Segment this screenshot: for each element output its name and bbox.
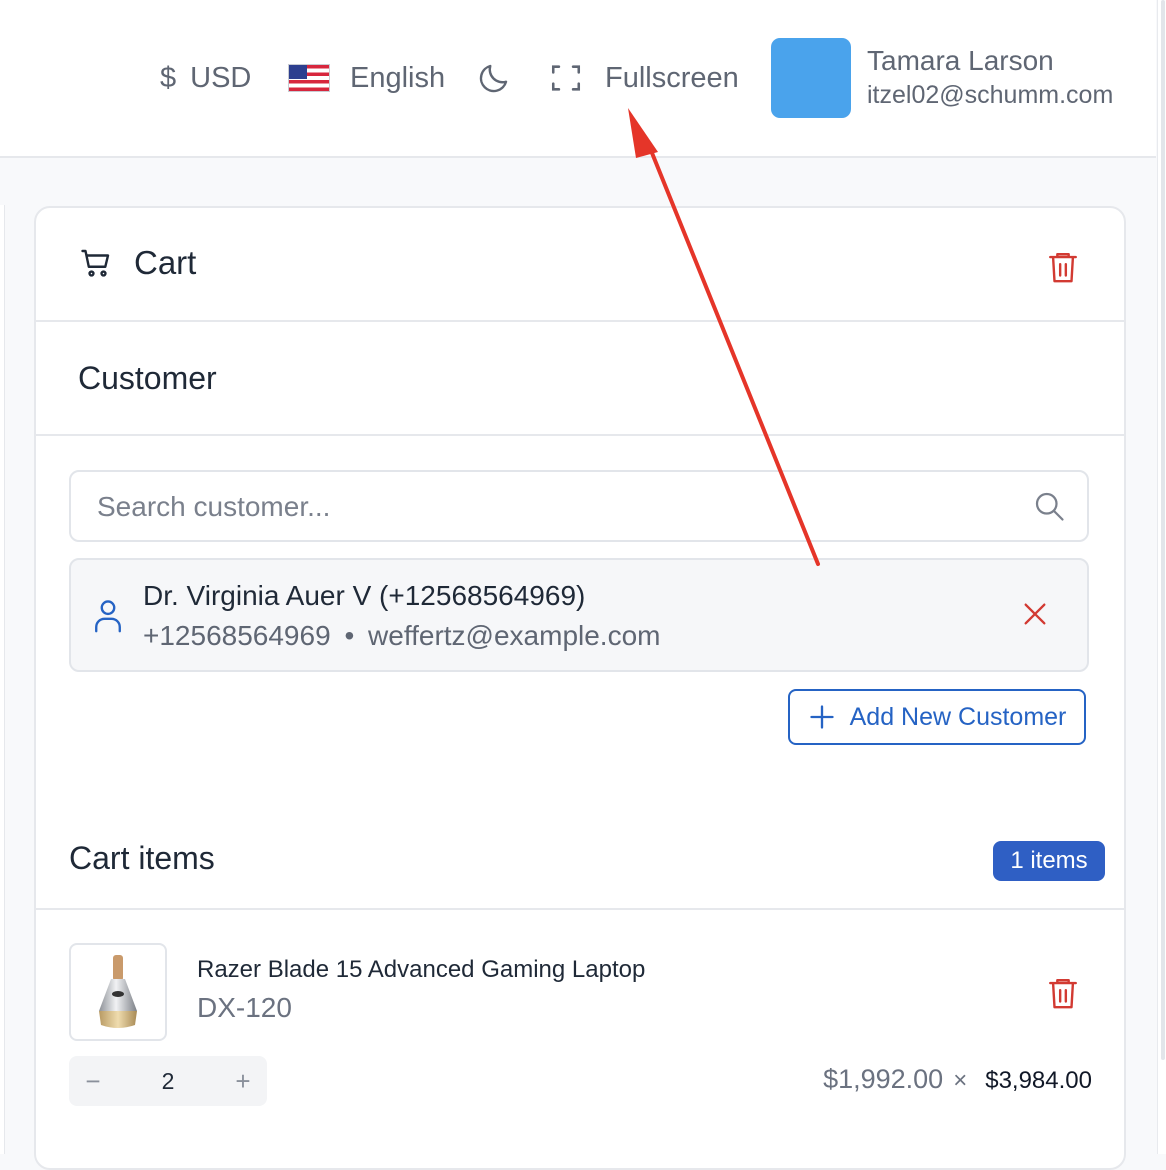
user-email: itzel02@schumm.com (867, 81, 1114, 109)
divider (36, 434, 1124, 436)
fullscreen-label: Fullscreen (605, 61, 739, 94)
customer-name: Dr. Virginia Auer V (+12568564969) (143, 580, 586, 611)
customer-search[interactable] (69, 470, 1089, 542)
cart-panel: Cart Customer Dr. Virginia Auer V (+1256… (34, 206, 1126, 1170)
remove-item-trash-icon[interactable] (1046, 974, 1080, 1012)
product-name: Razer Blade 15 Advanced Gaming Laptop (197, 956, 646, 983)
avatar[interactable] (771, 38, 851, 118)
scrollbar-thumb[interactable] (1161, 0, 1165, 1060)
scrollbar[interactable] (1157, 0, 1166, 1154)
plus-icon (809, 705, 834, 729)
product-image (99, 955, 137, 1028)
quantity-value[interactable]: 2 (162, 1068, 175, 1095)
dollar-icon: $ (160, 61, 177, 94)
user-icon (95, 600, 121, 633)
fullscreen-button[interactable]: Fullscreen (549, 58, 739, 98)
customer-phone: +12568564969 (143, 620, 331, 651)
currency-code: USD (190, 61, 252, 94)
add-new-customer-button[interactable]: Add New Customer (788, 689, 1086, 745)
add-new-customer-label: Add New Customer (849, 702, 1067, 731)
product-thumbnail (69, 943, 167, 1041)
divider (36, 908, 1124, 910)
remove-customer-close-icon[interactable] (1021, 600, 1049, 628)
language-label: English (350, 61, 446, 94)
increase-quantity-button[interactable]: + (219, 1066, 267, 1097)
language-selector[interactable]: English (288, 58, 445, 98)
clear-cart-trash-icon[interactable] (1046, 248, 1080, 286)
currency-selector[interactable]: $ USD (160, 58, 251, 98)
top-bar: $ USD English Fullscreen Tamara Larson i… (0, 0, 1156, 158)
user-menu[interactable]: Tamara Larson itzel02@schumm.com (771, 38, 1113, 118)
cart-items-title: Cart items (69, 840, 215, 876)
us-flag-icon (288, 64, 330, 92)
customer-search-input[interactable] (95, 472, 999, 542)
sidebar-edge (0, 205, 5, 1154)
quantity-stepper[interactable]: − 2 + (69, 1056, 267, 1106)
unit-price: $1,992.00 (823, 1064, 944, 1094)
divider (36, 320, 1124, 322)
user-name: Tamara Larson (867, 45, 1054, 76)
line-total: $3,984.00 (985, 1067, 1092, 1094)
selected-customer-card: Dr. Virginia Auer V (+12568564969) +1256… (69, 558, 1089, 672)
shopping-cart-icon (81, 249, 110, 277)
contact-separator: • (344, 620, 355, 651)
customer-contact: +12568564969 • weffertz@example.com (143, 620, 661, 652)
price-line: $1,992.00 × $3,984.00 (823, 1064, 1092, 1095)
decrease-quantity-button[interactable]: − (69, 1066, 117, 1097)
user-info: Tamara Larson itzel02@schumm.com (867, 44, 1113, 112)
customer-section-title: Customer (78, 360, 217, 396)
product-sku: DX-120 (197, 992, 292, 1023)
cart-title: Cart (134, 244, 197, 281)
search-icon[interactable] (1031, 488, 1067, 524)
cart-header: Cart (78, 244, 196, 282)
fullscreen-icon (551, 65, 581, 91)
customer-email: weffertz@example.com (368, 620, 661, 651)
theme-toggle[interactable] (476, 58, 512, 98)
multiply-sign: × (953, 1067, 968, 1094)
moon-icon (479, 64, 508, 93)
item-count-badge: 1 items (993, 841, 1105, 881)
